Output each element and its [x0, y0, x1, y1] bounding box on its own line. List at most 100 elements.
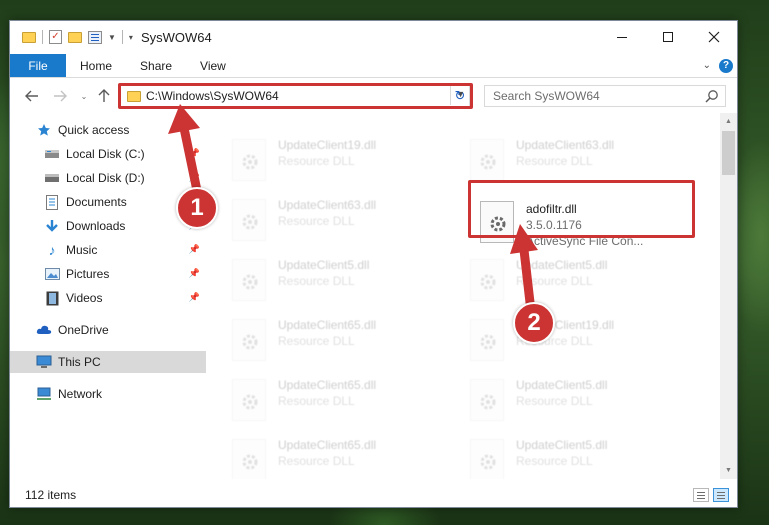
- sidebar-item-label: Videos: [66, 291, 103, 305]
- file-type: Resource DLL: [516, 154, 593, 168]
- folder-icon: [22, 31, 36, 43]
- search-icon[interactable]: [705, 89, 719, 103]
- customize-view-icon[interactable]: [88, 30, 102, 44]
- dll-file-icon: [470, 259, 504, 301]
- item-count: 112 items: [25, 488, 77, 502]
- sidebar-item-onedrive[interactable]: OneDrive: [10, 319, 206, 341]
- file-name: UpdateClient63.dll: [516, 138, 615, 152]
- tab-file[interactable]: File: [10, 54, 66, 77]
- sidebar-item-videos[interactable]: Videos 📌: [10, 287, 206, 309]
- file-item[interactable]: UpdateClient5.dll Resource DLL: [232, 253, 452, 309]
- qat-dropdown-icon[interactable]: ▼: [108, 33, 116, 42]
- picture-icon: [44, 266, 60, 282]
- file-type: Resource DLL: [516, 454, 593, 468]
- help-icon[interactable]: ?: [719, 58, 733, 73]
- scrollbar-thumb[interactable]: [722, 131, 735, 175]
- back-arrow-icon: [25, 90, 38, 102]
- file-type: Resource DLL: [278, 154, 355, 168]
- file-name: UpdateClient63.dll: [278, 198, 377, 212]
- dll-file-icon: [232, 199, 266, 241]
- customize-qat-icon[interactable]: ▾: [129, 33, 133, 42]
- dll-file-icon: [470, 139, 504, 181]
- maximize-button[interactable]: [645, 21, 691, 53]
- properties-check-icon[interactable]: ✓: [49, 30, 62, 44]
- sidebar-item-label: Local Disk (C:): [66, 147, 145, 161]
- toolbar-divider: [42, 30, 43, 44]
- window-title: SysWOW64: [140, 29, 212, 45]
- file-list: UpdateClient19.dll Resource DLL UpdateCli…: [224, 113, 720, 479]
- music-icon: ♪: [48, 242, 56, 258]
- forward-arrow-icon: [54, 90, 67, 102]
- dll-file-icon: [232, 439, 266, 479]
- file-item[interactable]: UpdateClient65.dll Resource DLL: [232, 373, 452, 429]
- view-switcher: [693, 488, 729, 502]
- dll-file-icon: [232, 259, 266, 301]
- sidebar-item-this-pc[interactable]: This PC: [10, 351, 206, 373]
- details-view-icon[interactable]: [693, 488, 709, 502]
- file-item[interactable]: UpdateClient19.dll Resource DLL: [232, 133, 452, 189]
- file-item[interactable]: UpdateClient65.dll Resource DLL: [232, 313, 452, 369]
- file-name: UpdateClient65.dll: [278, 438, 377, 452]
- back-button[interactable]: [22, 86, 42, 106]
- pin-icon[interactable]: 📌: [189, 244, 200, 255]
- search-box[interactable]: Search SysWOW64: [484, 85, 726, 107]
- file-item[interactable]: UpdateClient65.dll Resource DLL: [232, 433, 452, 479]
- tab-share[interactable]: Share: [126, 54, 186, 77]
- sidebar-item-label: Pictures: [66, 267, 110, 281]
- up-button[interactable]: [94, 86, 114, 106]
- close-button[interactable]: [691, 21, 737, 53]
- title-bar: ✓ ▼ ▾ SysWOW64: [10, 21, 737, 53]
- file-name: UpdateClient65.dll: [278, 318, 377, 332]
- minimize-icon: [617, 36, 627, 38]
- file-item[interactable]: UpdateClient5.dll Resource DLL: [470, 433, 690, 479]
- star-icon: [36, 122, 52, 138]
- file-item[interactable]: UpdateClient63.dll Resource DLL: [232, 193, 452, 249]
- quick-access-toolbar: ✓ ▼ ▾: [10, 30, 133, 44]
- expand-ribbon-icon[interactable]: ⌄: [703, 60, 711, 71]
- tiles-view-icon[interactable]: [713, 488, 729, 502]
- navigation-bar: ⌄ C:\Windows\SysWOW64 ▼ ↻ Search SysWOW6…: [10, 83, 737, 111]
- video-icon: [44, 290, 60, 306]
- file-explorer-window: ✓ ▼ ▾ SysWOW64 File Home Share View ⌄ ?: [9, 20, 738, 508]
- sidebar-item-network[interactable]: Network: [10, 383, 206, 405]
- network-icon: [36, 386, 52, 402]
- sidebar-item-music[interactable]: ♪ Music 📌: [10, 239, 206, 261]
- dll-file-icon: [232, 139, 266, 181]
- toolbar-divider: [121, 30, 123, 44]
- forward-button[interactable]: [50, 86, 70, 106]
- pin-icon[interactable]: 📌: [189, 292, 200, 303]
- sidebar-item-label: Documents: [66, 195, 127, 209]
- file-name: UpdateClient5.dll: [278, 258, 370, 272]
- file-item[interactable]: UpdateClient5.dll Resource DLL: [470, 373, 690, 429]
- recent-locations-button[interactable]: ⌄: [74, 86, 94, 106]
- dll-file-icon: [470, 319, 504, 361]
- annotation-step-2-badge: 2: [513, 302, 555, 344]
- file-name: UpdateClient5.dll: [516, 438, 608, 452]
- up-arrow-icon: [98, 89, 110, 102]
- pin-icon[interactable]: 📌: [189, 268, 200, 279]
- sidebar-item-label: This PC: [58, 355, 101, 369]
- tab-home[interactable]: Home: [66, 54, 126, 77]
- scroll-up-icon[interactable]: ▲: [720, 113, 737, 130]
- dll-file-icon: [470, 439, 504, 479]
- sidebar-item-label: Downloads: [66, 219, 126, 233]
- minimize-button[interactable]: [599, 21, 645, 53]
- file-type: Resource DLL: [278, 394, 355, 408]
- computer-icon: [36, 354, 52, 370]
- vertical-scrollbar[interactable]: ▲ ▼: [720, 113, 737, 479]
- sidebar-item-downloads[interactable]: Downloads 📌: [10, 215, 206, 237]
- tab-view[interactable]: View: [186, 54, 240, 77]
- cloud-icon: [36, 322, 52, 338]
- file-type: Resource DLL: [278, 334, 355, 348]
- file-name: UpdateClient65.dll: [278, 378, 377, 392]
- new-folder-icon[interactable]: [68, 31, 82, 43]
- ribbon-right-controls: ⌄ ?: [703, 54, 737, 77]
- drive-icon: [44, 170, 60, 186]
- annotation-step-1-badge: 1: [176, 187, 218, 229]
- scroll-down-icon[interactable]: ▼: [720, 462, 737, 479]
- close-icon: [708, 31, 720, 43]
- sidebar-item-label: Music: [66, 243, 98, 257]
- dll-file-icon: [470, 379, 504, 421]
- sidebar-item-pictures[interactable]: Pictures 📌: [10, 263, 206, 285]
- file-name: UpdateClient19.dll: [278, 138, 377, 152]
